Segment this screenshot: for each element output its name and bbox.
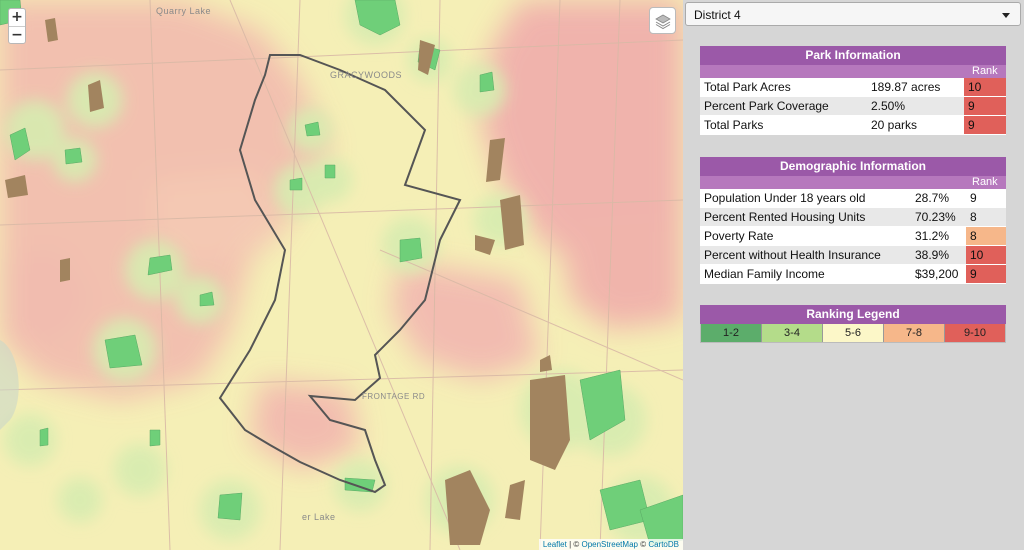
park-rank: 10	[964, 78, 1006, 96]
demographic-row: Percent Rented Housing Units 70.23% 8	[700, 208, 1006, 227]
leaflet-link[interactable]: Leaflet	[543, 540, 567, 549]
osm-link[interactable]: OpenStreetMap	[581, 540, 637, 549]
map-canvas[interactable]	[0, 0, 683, 550]
zoom-in-button[interactable]: +	[9, 9, 25, 26]
layers-icon	[654, 14, 671, 29]
chevron-down-icon	[1002, 13, 1010, 18]
map-attribution: Leaflet | © OpenStreetMap © CartoDB	[538, 539, 683, 550]
layers-button[interactable]	[649, 7, 676, 34]
park-rank: 9	[964, 97, 1006, 115]
demographic-label: Median Family Income	[704, 267, 825, 281]
cartodb-link[interactable]: CartoDB	[648, 540, 679, 549]
info-panel: District 4 Park Information Rank Total P…	[683, 0, 1024, 550]
demographic-value: 28.7%	[915, 191, 950, 205]
park-value: 189.87 acres	[871, 80, 941, 94]
legend-item: 7-8	[883, 324, 944, 342]
park-value: 2.50%	[871, 99, 906, 113]
demographic-label: Percent without Health Insurance	[704, 248, 881, 262]
demographic-rank: 9	[970, 191, 977, 205]
park-info-title: Park Information	[700, 46, 1006, 65]
park-label: Total Parks	[704, 118, 764, 132]
district-select[interactable]: District 4	[685, 2, 1021, 26]
demographic-info-card: Demographic Information Rank Population …	[700, 157, 1006, 284]
map[interactable]: Quarry Lake GRACYWOODS FRONTAGE RD er La…	[0, 0, 683, 550]
demographic-rank: 10	[966, 246, 1006, 264]
legend-item: 5-6	[822, 324, 883, 342]
demographic-rank: 8	[966, 227, 1006, 245]
demographic-rank: 9	[966, 265, 1006, 283]
park-label: Percent Park Coverage	[704, 99, 829, 113]
demographic-label: Population Under 18 years old	[704, 191, 866, 205]
demographic-rank: 8	[970, 210, 977, 224]
demographic-label: Percent Rented Housing Units	[704, 210, 866, 224]
park-value: 20 parks	[871, 118, 918, 132]
demographic-info-title: Demographic Information	[700, 157, 1006, 176]
legend-item: 9-10	[944, 324, 1005, 342]
label-lake: er Lake	[302, 512, 336, 522]
demographic-row: Population Under 18 years old 28.7% 9	[700, 189, 1006, 208]
zoom-control: + −	[8, 8, 26, 44]
legend-item: 1-2	[701, 324, 761, 342]
park-row: Total Park Acres 189.87 acres 10	[700, 78, 1006, 97]
demographic-row: Median Family Income $39,200 9	[700, 265, 1006, 284]
park-label: Total Park Acres	[704, 80, 791, 94]
ranking-legend-title: Ranking Legend	[700, 305, 1006, 324]
demographic-value: 70.23%	[915, 210, 956, 224]
park-info-card: Park Information Rank Total Park Acres 18…	[700, 46, 1006, 135]
demographic-row: Poverty Rate 31.2% 8	[700, 227, 1006, 246]
park-rank-header: Rank	[700, 65, 1006, 78]
label-frontage-rd: FRONTAGE RD	[362, 392, 426, 401]
label-quarry-lake: Quarry Lake	[156, 6, 212, 16]
legend-item: 3-4	[761, 324, 822, 342]
park-row: Percent Park Coverage 2.50% 9	[700, 97, 1006, 116]
demographic-value: $39,200	[915, 267, 959, 281]
demographic-value: 31.2%	[915, 229, 950, 243]
park-row: Total Parks 20 parks 9	[700, 116, 1006, 135]
ranking-legend: Ranking Legend 1-2 3-4 5-6 7-8 9-10	[700, 305, 1006, 343]
label-gracywoods: GRACYWOODS	[330, 70, 403, 80]
zoom-out-button[interactable]: −	[9, 26, 25, 43]
demographic-value: 38.9%	[915, 248, 950, 262]
demographic-rank-header: Rank	[700, 176, 1006, 189]
park-rank: 9	[964, 116, 1006, 134]
demographic-row: Percent without Health Insurance 38.9% 10	[700, 246, 1006, 265]
demographic-label: Poverty Rate	[704, 229, 774, 243]
